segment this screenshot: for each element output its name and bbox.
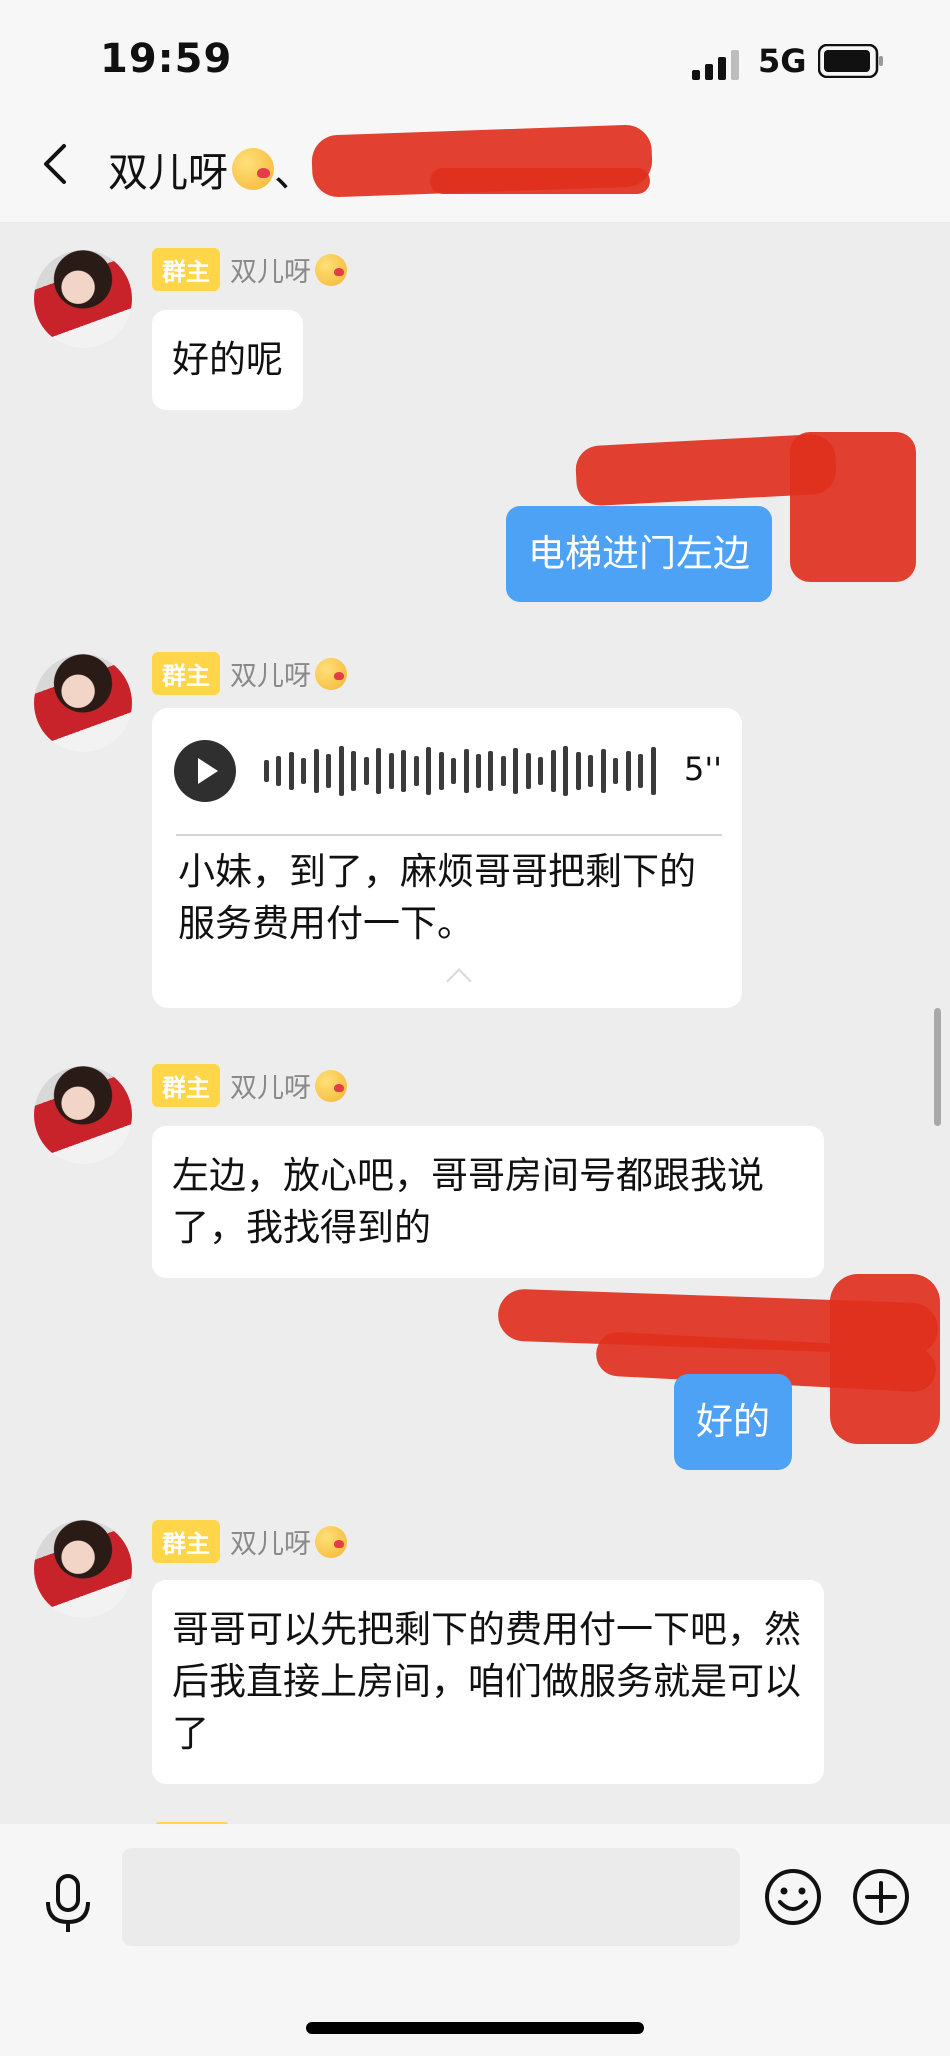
kiss-emoji-icon [315, 1525, 347, 1558]
scrollbar-thumb[interactable] [934, 1008, 941, 1126]
chat-title-text: 双儿呀 [108, 150, 228, 196]
play-icon[interactable] [174, 740, 236, 802]
sender-name: 双儿呀 [230, 1529, 311, 1560]
sender-row: 群主 双儿呀 [152, 1520, 347, 1563]
microphone-icon[interactable] [42, 1874, 94, 1934]
redaction-mark [430, 168, 650, 194]
kiss-emoji-icon [315, 1069, 347, 1102]
message-input[interactable] [122, 1848, 740, 1946]
waveform-bar [413, 756, 419, 786]
sent-message-bubble[interactable]: 电梯进门左边 [506, 506, 772, 602]
top-bar: 19:59 5G 双儿呀 、 [0, 0, 950, 222]
waveform-bar [600, 749, 606, 793]
waveform-bar [588, 755, 594, 787]
kiss-emoji-icon [232, 148, 274, 190]
avatar[interactable] [34, 1066, 132, 1164]
sent-message-bubble[interactable]: 好的 [674, 1374, 792, 1470]
divider [176, 834, 722, 836]
input-bar [0, 1824, 950, 2056]
avatar[interactable] [34, 250, 132, 348]
waveform-bar [438, 752, 444, 790]
waveform-bar [363, 757, 369, 785]
waveform-bar [301, 758, 307, 784]
group-owner-badge: 群主 [152, 1520, 220, 1563]
waveform-bar [451, 758, 457, 784]
waveform-bar [326, 754, 332, 788]
chat-title: 双儿呀 、 [108, 140, 314, 198]
waveform-bar [625, 751, 631, 791]
group-owner-badge: 群主 [152, 652, 220, 695]
waveform-bar [500, 756, 506, 786]
emoji-smile-icon[interactable] [764, 1868, 822, 1926]
redaction-mark [790, 432, 916, 582]
signal-icon [692, 50, 739, 80]
avatar[interactable] [34, 1520, 132, 1618]
network-type: 5G [758, 42, 807, 80]
voice-transcript: 小妹，到了，麻烦哥哥把剩下的服务费用付一下。 [178, 850, 696, 945]
group-owner-badge: 群主 [152, 248, 220, 291]
status-time: 19:59 [100, 36, 233, 82]
home-indicator[interactable] [306, 2022, 644, 2034]
waveform-bar [563, 746, 569, 796]
waveform-bar [575, 752, 581, 790]
group-owner-badge: 群主 [152, 1064, 220, 1107]
waveform-bar [288, 752, 294, 790]
plus-circle-icon[interactable] [852, 1868, 910, 1926]
waveform-bar [525, 753, 531, 789]
kiss-emoji-icon [315, 657, 347, 690]
waveform-bar [613, 758, 619, 784]
redaction-mark [830, 1274, 940, 1444]
waveform-bar [475, 754, 481, 788]
kiss-emoji-icon [315, 253, 347, 286]
voice-message-card[interactable]: 5'' 小妹，到了，麻烦哥哥把剩下的服务费用付一下。 [152, 708, 742, 1008]
waveform-bar [513, 748, 519, 794]
waveform-bar [638, 754, 644, 788]
voice-duration: 5'' [684, 750, 722, 788]
waveform-bar [276, 756, 282, 786]
waveform-bar [264, 760, 269, 782]
waveform-bar [538, 757, 544, 785]
waveform-bar [488, 751, 494, 791]
waveform-bar [463, 749, 469, 793]
message-bubble[interactable]: 哥哥可以先把剩下的费用付一下吧，然后我直接上房间，咱们做服务就是可以了 [152, 1580, 824, 1784]
waveform-bar [401, 750, 407, 792]
sender-row: 群主 双儿呀 [152, 652, 347, 695]
title-separator: 、 [274, 150, 314, 196]
waveform-bar [388, 753, 394, 789]
collapse-chevron-icon[interactable] [446, 968, 472, 994]
back-arrow-icon[interactable] [34, 142, 78, 186]
message-bubble[interactable]: 左边，放心吧，哥哥房间号都跟我说了，我找得到的 [152, 1126, 824, 1278]
sender-row: 群主 双儿呀 [152, 248, 347, 291]
sender-row: 群主 双儿呀 [152, 1064, 347, 1107]
waveform-bar [550, 750, 556, 792]
waveform-bar [313, 749, 319, 793]
waveform-bar [351, 751, 357, 791]
avatar[interactable] [34, 654, 132, 752]
sender-name: 双儿呀 [230, 257, 311, 288]
waveform-bar [338, 746, 344, 796]
waveform-bar [376, 748, 382, 794]
voice-waveform [264, 744, 656, 798]
sender-name: 双儿呀 [230, 661, 311, 692]
waveform-bar [426, 747, 432, 795]
sender-name: 双儿呀 [230, 1073, 311, 1104]
message-bubble[interactable]: 好的呢 [152, 310, 303, 410]
battery-icon [818, 44, 883, 78]
waveform-bar [650, 747, 656, 795]
